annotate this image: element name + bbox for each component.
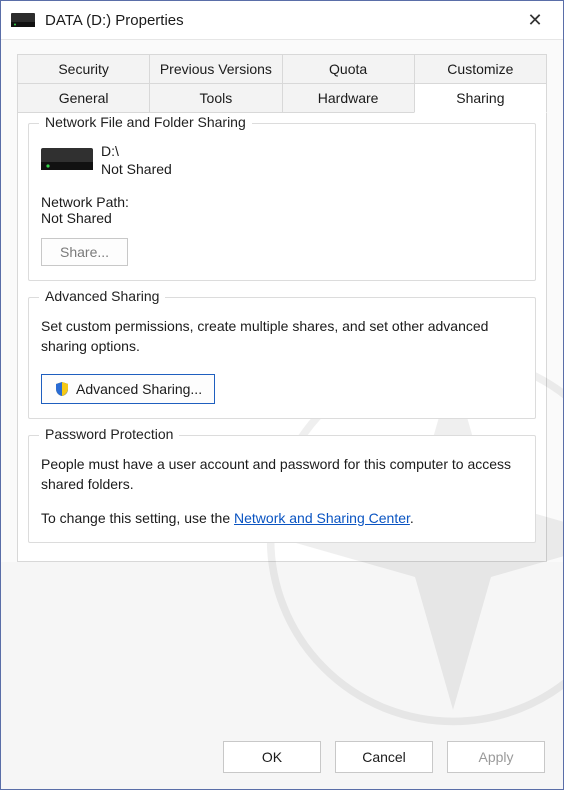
tab-security[interactable]: Security bbox=[17, 54, 150, 84]
tab-tools[interactable]: Tools bbox=[149, 84, 282, 113]
group-password-protection: Password Protection People must have a u… bbox=[28, 435, 536, 543]
cancel-button[interactable]: Cancel bbox=[335, 741, 433, 773]
pp-change-suffix: . bbox=[410, 510, 414, 526]
shield-icon bbox=[54, 381, 70, 397]
share-button[interactable]: Share... bbox=[41, 238, 128, 266]
tab-sharing[interactable]: Sharing bbox=[414, 84, 547, 113]
advanced-sharing-description: Set custom permissions, create multiple … bbox=[41, 316, 523, 356]
drive-path: D:\ bbox=[101, 142, 172, 160]
sharing-tab-page: Network File and Folder Sharing D:\ Not … bbox=[17, 113, 547, 562]
ok-button[interactable]: OK bbox=[223, 741, 321, 773]
close-button[interactable]: ✕ bbox=[513, 10, 557, 31]
tab-area: Security Previous Versions Quota Customi… bbox=[1, 40, 563, 562]
advanced-sharing-button[interactable]: Advanced Sharing... bbox=[41, 374, 215, 404]
tab-strip: Security Previous Versions Quota Customi… bbox=[17, 54, 547, 113]
group-legend-advanced: Advanced Sharing bbox=[39, 288, 165, 304]
advanced-sharing-button-label: Advanced Sharing... bbox=[76, 381, 202, 397]
password-protection-description: People must have a user account and pass… bbox=[41, 454, 523, 494]
tab-hardware[interactable]: Hardware bbox=[282, 84, 415, 113]
pp-change-prefix: To change this setting, use the bbox=[41, 510, 234, 526]
group-advanced-sharing: Advanced Sharing Set custom permissions,… bbox=[28, 297, 536, 419]
drive-large-icon bbox=[41, 144, 93, 174]
dialog-button-bar: OK Cancel Apply bbox=[1, 729, 563, 789]
drive-icon bbox=[11, 13, 35, 27]
tab-quota[interactable]: Quota bbox=[282, 54, 415, 84]
tab-previous-versions[interactable]: Previous Versions bbox=[149, 54, 282, 84]
group-legend-password: Password Protection bbox=[39, 426, 179, 442]
group-network-sharing: Network File and Folder Sharing D:\ Not … bbox=[28, 123, 536, 281]
group-legend-network: Network File and Folder Sharing bbox=[39, 114, 252, 130]
titlebar: DATA (D:) Properties ✕ bbox=[1, 1, 563, 40]
password-protection-change: To change this setting, use the Network … bbox=[41, 508, 523, 528]
properties-dialog: DATA (D:) Properties ✕ Security Previous… bbox=[0, 0, 564, 790]
apply-button[interactable]: Apply bbox=[447, 741, 545, 773]
network-path-label: Network Path: bbox=[41, 194, 523, 210]
network-path-value: Not Shared bbox=[41, 210, 523, 226]
window-title: DATA (D:) Properties bbox=[45, 12, 513, 29]
network-sharing-center-link[interactable]: Network and Sharing Center bbox=[234, 510, 410, 526]
drive-status: Not Shared bbox=[101, 160, 172, 178]
tab-customize[interactable]: Customize bbox=[414, 54, 547, 84]
tab-general[interactable]: General bbox=[17, 84, 150, 113]
drive-text: D:\ Not Shared bbox=[101, 142, 172, 178]
